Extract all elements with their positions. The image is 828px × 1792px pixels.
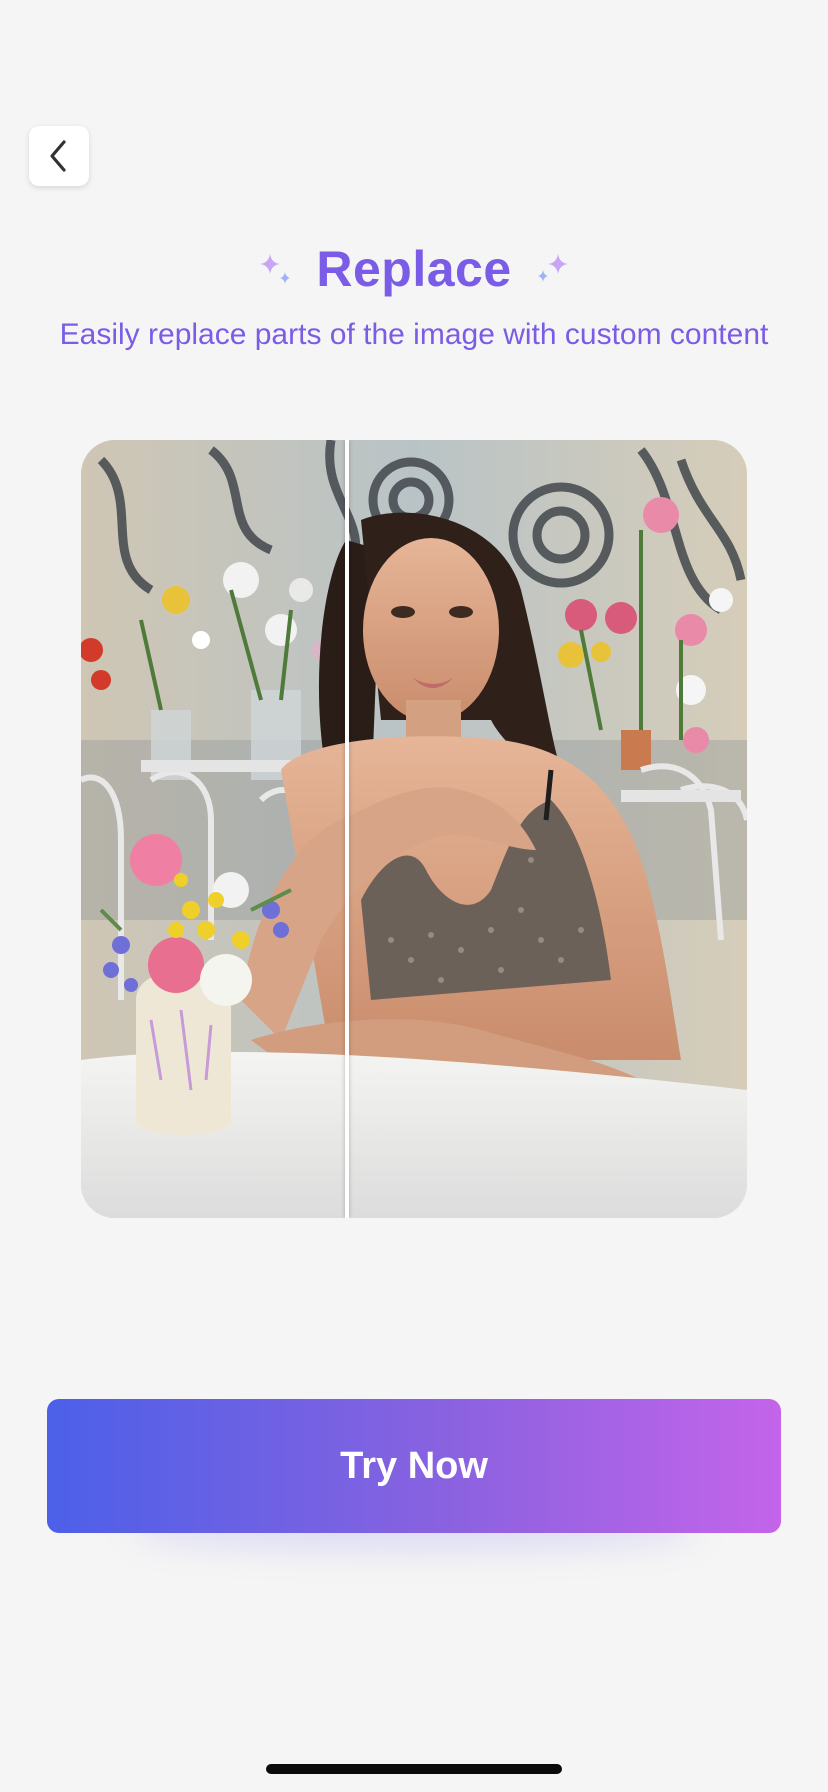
page-subtitle: Easily replace parts of the image with c… — [59, 318, 769, 351]
back-button[interactable] — [29, 126, 89, 186]
home-indicator[interactable] — [266, 1764, 562, 1774]
screen: Replace Easily replace parts of the imag… — [0, 0, 828, 1792]
preview-image — [81, 440, 747, 1218]
sparkle-icon — [537, 254, 568, 282]
before-after-preview[interactable] — [81, 440, 747, 1218]
title-row: Replace — [0, 236, 828, 302]
sparkle-icon — [260, 254, 291, 284]
try-now-button[interactable]: Try Now — [47, 1399, 781, 1533]
try-now-label: Try Now — [340, 1444, 488, 1487]
chevron-left-icon — [50, 140, 66, 172]
page-title: Replace — [316, 241, 512, 297]
compare-slider-handle[interactable] — [345, 440, 349, 1218]
